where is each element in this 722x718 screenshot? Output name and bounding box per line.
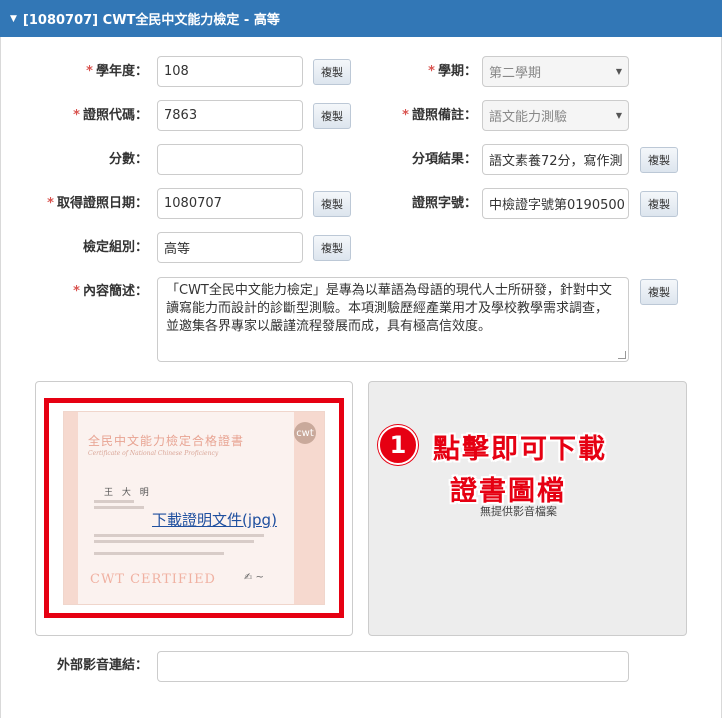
certificate-name: 王 大 明 (104, 488, 152, 498)
certificate-text-line (94, 540, 254, 543)
copy-button-school-year[interactable]: 複製 (313, 59, 351, 85)
license-note-label: * 證照備註： (402, 108, 477, 123)
panel-title: [1080707] CWT全民中文能力檢定 - 高等 (22, 13, 280, 28)
license-note-select[interactable]: 語文能力測驗 ▼ (482, 100, 629, 131)
license-number-label: 證照字號： (411, 196, 477, 211)
sub-result-input[interactable]: 語文素養72分，寫作測 (482, 144, 629, 175)
copy-button-description[interactable]: 複製 (640, 279, 678, 305)
certificate-highlight-frame[interactable]: cwt 全民中文能力檢定合格證書 Certificate of National… (44, 398, 344, 618)
certificate-text-line (94, 500, 134, 503)
certificate-subtitle: Certificate of National Chinese Proficie… (88, 450, 219, 457)
description-textarea[interactable]: 「CWT全民中文能力檢定」是專為以華語為母語的現代人士所研發，針對中文讀寫能力而… (157, 277, 629, 362)
test-group-label: 檢定組別： (82, 240, 148, 255)
certificate-footer: CWT CERTIFIED (90, 572, 216, 587)
test-group-input[interactable]: 高等 (157, 232, 303, 263)
external-media-input[interactable] (157, 651, 629, 682)
certificate-text-line (94, 506, 144, 509)
copy-button-test-group[interactable]: 複製 (313, 235, 351, 261)
dropdown-arrow-icon: ▼ (615, 67, 622, 76)
dropdown-arrow-icon: ▼ (615, 111, 622, 120)
copy-button-license-number[interactable]: 複製 (640, 191, 678, 217)
no-media-text: 無提供影音檔案 (480, 505, 557, 518)
copy-button-obtain-date[interactable]: 複製 (313, 191, 351, 217)
resize-grip-icon[interactable] (618, 351, 626, 359)
semester-select[interactable]: 第二學期 ▼ (482, 56, 629, 87)
certificate-text-line (94, 534, 264, 537)
step-badge: 1 (378, 425, 418, 465)
collapse-caret-icon[interactable]: ▼ (10, 14, 17, 24)
obtain-date-input[interactable]: 1080707 (157, 188, 303, 219)
score-label: 分數： (108, 152, 148, 167)
obtain-date-label: * 取得證照日期： (47, 196, 148, 211)
semester-label: * 學期： (428, 64, 477, 79)
copy-button-license-code[interactable]: 複製 (313, 103, 351, 129)
school-year-input[interactable]: 108 (157, 56, 303, 87)
certificate-title: 全民中文能力檢定合格證書 (88, 434, 245, 448)
description-label: * 內容簡述： (73, 284, 148, 299)
license-code-label: * 證照代碼： (73, 108, 148, 123)
school-year-label: * 學年度： (86, 64, 148, 79)
license-number-input[interactable]: 中檢證字號第0190500 (482, 188, 629, 219)
external-media-label: 外部影音連結： (56, 658, 148, 673)
license-code-input[interactable]: 7863 (157, 100, 303, 131)
certificate-thumbnail[interactable]: cwt 全民中文能力檢定合格證書 Certificate of National… (63, 411, 325, 605)
panel-header[interactable]: ▼ [1080707] CWT全民中文能力檢定 - 高等 (0, 0, 722, 37)
callout-line-1: 點擊即可下載 (433, 434, 607, 465)
download-certificate-link[interactable]: 下載證明文件(jpg) (152, 509, 277, 530)
description-text: 「CWT全民中文能力檢定」是專為以華語為母語的現代人士所研發，針對中文讀寫能力而… (166, 283, 612, 334)
certificate-signature: ✍ ~ (244, 572, 264, 583)
certificate-text-line (94, 552, 224, 555)
score-input[interactable] (157, 144, 303, 175)
certificate-border-left (64, 412, 78, 604)
copy-button-sub-result[interactable]: 複製 (640, 147, 678, 173)
sub-result-label: 分項結果： (411, 152, 477, 167)
certificate-seal-icon: cwt (294, 422, 316, 444)
